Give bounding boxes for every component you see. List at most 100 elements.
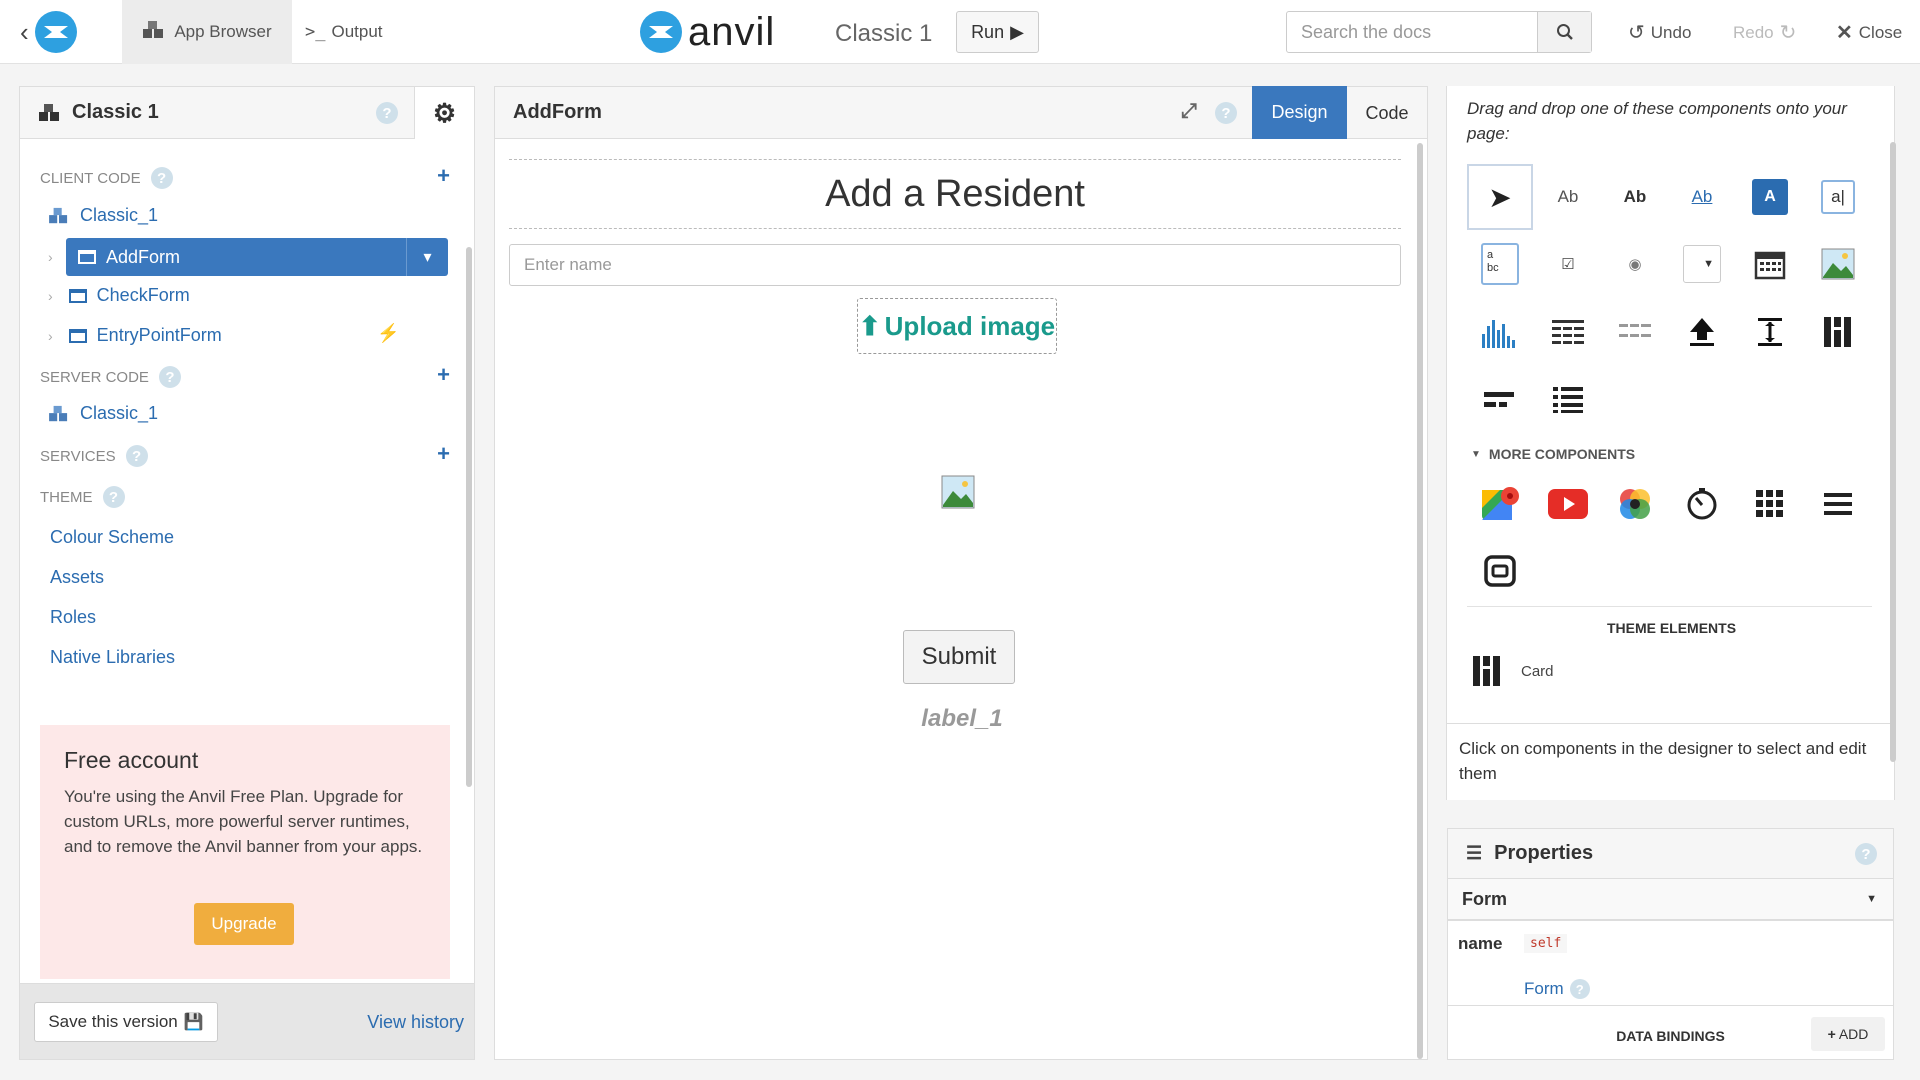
- help-icon[interactable]: ?: [102, 486, 125, 508]
- expand-caret-icon[interactable]: ›: [48, 288, 53, 304]
- form-name: AddForm: [513, 101, 602, 123]
- server-module-item[interactable]: Classic_1: [48, 403, 158, 424]
- more-components-toggle[interactable]: ▼ MORE COMPONENTS: [1471, 446, 1635, 462]
- image-icon: [941, 475, 975, 509]
- theme-colour-scheme-link[interactable]: Colour Scheme: [50, 527, 174, 548]
- status-label[interactable]: label_1: [495, 705, 1429, 733]
- client-module-item[interactable]: Classic_1: [48, 205, 158, 226]
- close-button[interactable]: ✕ Close: [1836, 20, 1902, 45]
- scrollbar[interactable]: [1417, 143, 1423, 1059]
- repeating-panel-component[interactable]: [1602, 299, 1668, 365]
- textbox-component[interactable]: a|: [1805, 164, 1871, 230]
- form-item-checkform[interactable]: › CheckForm: [48, 285, 190, 306]
- flow-panel-component[interactable]: [1467, 367, 1533, 433]
- divider: [1447, 723, 1894, 724]
- expand-icon[interactable]: ⤢: [1181, 100, 1197, 123]
- undo-label: Undo: [1650, 22, 1692, 42]
- tab-app-browser[interactable]: App Browser: [122, 0, 292, 64]
- run-button[interactable]: Run ▶: [956, 11, 1039, 53]
- submit-button[interactable]: Submit: [903, 630, 1015, 684]
- help-icon[interactable]: ?: [1569, 979, 1590, 999]
- linear-panel-component[interactable]: [1535, 367, 1601, 433]
- component-type-select[interactable]: Form ▼: [1448, 879, 1893, 921]
- add-server-code-button[interactable]: +: [437, 362, 450, 388]
- help-icon[interactable]: ?: [376, 102, 398, 124]
- app-settings-button[interactable]: ⚙: [414, 87, 474, 139]
- help-icon[interactable]: ?: [1855, 843, 1877, 865]
- tab-output[interactable]: >_ Output: [305, 0, 383, 64]
- form-item-addform[interactable]: › AddForm ▾: [48, 238, 448, 276]
- name-property-value: self: [1524, 934, 1568, 953]
- name-input[interactable]: Enter name: [509, 244, 1401, 286]
- theme-assets-link[interactable]: Assets: [50, 567, 104, 588]
- card-component[interactable]: Card: [1473, 656, 1554, 686]
- expand-caret-icon[interactable]: ›: [48, 328, 53, 344]
- help-icon[interactable]: ?: [150, 167, 173, 189]
- redo-label: Redo: [1733, 22, 1774, 42]
- tab-design[interactable]: Design: [1252, 86, 1347, 139]
- help-icon[interactable]: ?: [158, 366, 181, 388]
- pointer-tool[interactable]: ➤: [1467, 164, 1533, 230]
- textarea-component[interactable]: a bc: [1467, 231, 1533, 297]
- youtube-video-component[interactable]: [1535, 471, 1601, 537]
- datepicker-component[interactable]: [1737, 231, 1803, 297]
- upload-image-button[interactable]: ⬆ Upload image: [857, 298, 1057, 354]
- calendar-icon: [1754, 251, 1786, 280]
- add-binding-button[interactable]: + ADD: [1811, 1017, 1885, 1051]
- help-icon[interactable]: ?: [125, 445, 148, 467]
- search-input[interactable]: Search the docs: [1287, 12, 1537, 52]
- page-heading[interactable]: Add a Resident: [509, 159, 1401, 229]
- scrollbar[interactable]: [1890, 142, 1896, 762]
- redo-button[interactable]: Redo ↻: [1733, 20, 1796, 45]
- checkbox-component[interactable]: ☑: [1535, 231, 1601, 297]
- component-type-value: Form: [1462, 888, 1507, 909]
- dropdown-component[interactable]: ▼: [1669, 231, 1735, 297]
- view-history-link[interactable]: View history: [367, 1012, 464, 1033]
- button-component[interactable]: A: [1737, 164, 1803, 230]
- form-docs-link[interactable]: Form ?: [1524, 979, 1590, 999]
- bold-label-component[interactable]: Ab: [1602, 164, 1668, 230]
- form-item-entrypointform[interactable]: › EntryPointForm: [48, 325, 222, 346]
- html-panel-component[interactable]: [1467, 538, 1533, 604]
- search-button[interactable]: [1537, 12, 1591, 52]
- add-client-code-button[interactable]: +: [437, 163, 450, 189]
- upgrade-button[interactable]: Upgrade: [194, 903, 294, 945]
- column-panel-component[interactable]: [1805, 299, 1871, 365]
- data-grid-component[interactable]: [1535, 299, 1601, 365]
- table-icon: [1552, 320, 1584, 344]
- help-icon[interactable]: ?: [1215, 102, 1237, 124]
- textarea-icon: a bc: [1481, 243, 1519, 285]
- label-icon: Ab: [1557, 187, 1579, 206]
- dropdown-icon: ▼: [1683, 245, 1721, 283]
- add-service-button[interactable]: +: [437, 441, 450, 467]
- theme-roles-link[interactable]: Roles: [50, 607, 96, 628]
- startup-form-icon: ⚡: [377, 323, 400, 343]
- name-property-label: name: [1458, 934, 1503, 953]
- link-component[interactable]: Ab: [1669, 164, 1735, 230]
- expand-caret-icon[interactable]: ›: [48, 249, 53, 265]
- colour-picker-component[interactable]: [1602, 471, 1668, 537]
- save-version-button[interactable]: Save this version 💾: [34, 1002, 218, 1042]
- theme-heading: THEME: [40, 488, 93, 506]
- scrollbar[interactable]: [466, 247, 472, 787]
- label-component[interactable]: Ab: [1535, 164, 1601, 230]
- google-map-component[interactable]: [1467, 471, 1533, 537]
- image-placeholder[interactable]: [941, 475, 975, 514]
- column-panel-icon: [1824, 317, 1851, 347]
- native-libraries-link[interactable]: Native Libraries: [50, 647, 175, 668]
- form-menu-button[interactable]: ▾: [406, 238, 448, 276]
- client-code-section: CLIENT CODE ?: [40, 167, 173, 189]
- save-version-label: Save this version: [48, 1012, 178, 1031]
- image-component[interactable]: [1805, 231, 1871, 297]
- xy-panel-component[interactable]: [1805, 471, 1871, 537]
- timer-component[interactable]: [1669, 471, 1735, 537]
- back-to-apps-button[interactable]: ‹: [20, 11, 90, 53]
- plot-component[interactable]: [1467, 299, 1533, 365]
- spacer-component[interactable]: [1737, 299, 1803, 365]
- file-loader-component[interactable]: [1669, 299, 1735, 365]
- grid-panel-component[interactable]: [1737, 471, 1803, 537]
- tab-code[interactable]: Code: [1347, 87, 1427, 139]
- properties-header: ☰ Properties ?: [1448, 829, 1893, 879]
- undo-button[interactable]: ↺ Undo: [1628, 20, 1691, 45]
- radio-component[interactable]: ◉: [1602, 231, 1668, 297]
